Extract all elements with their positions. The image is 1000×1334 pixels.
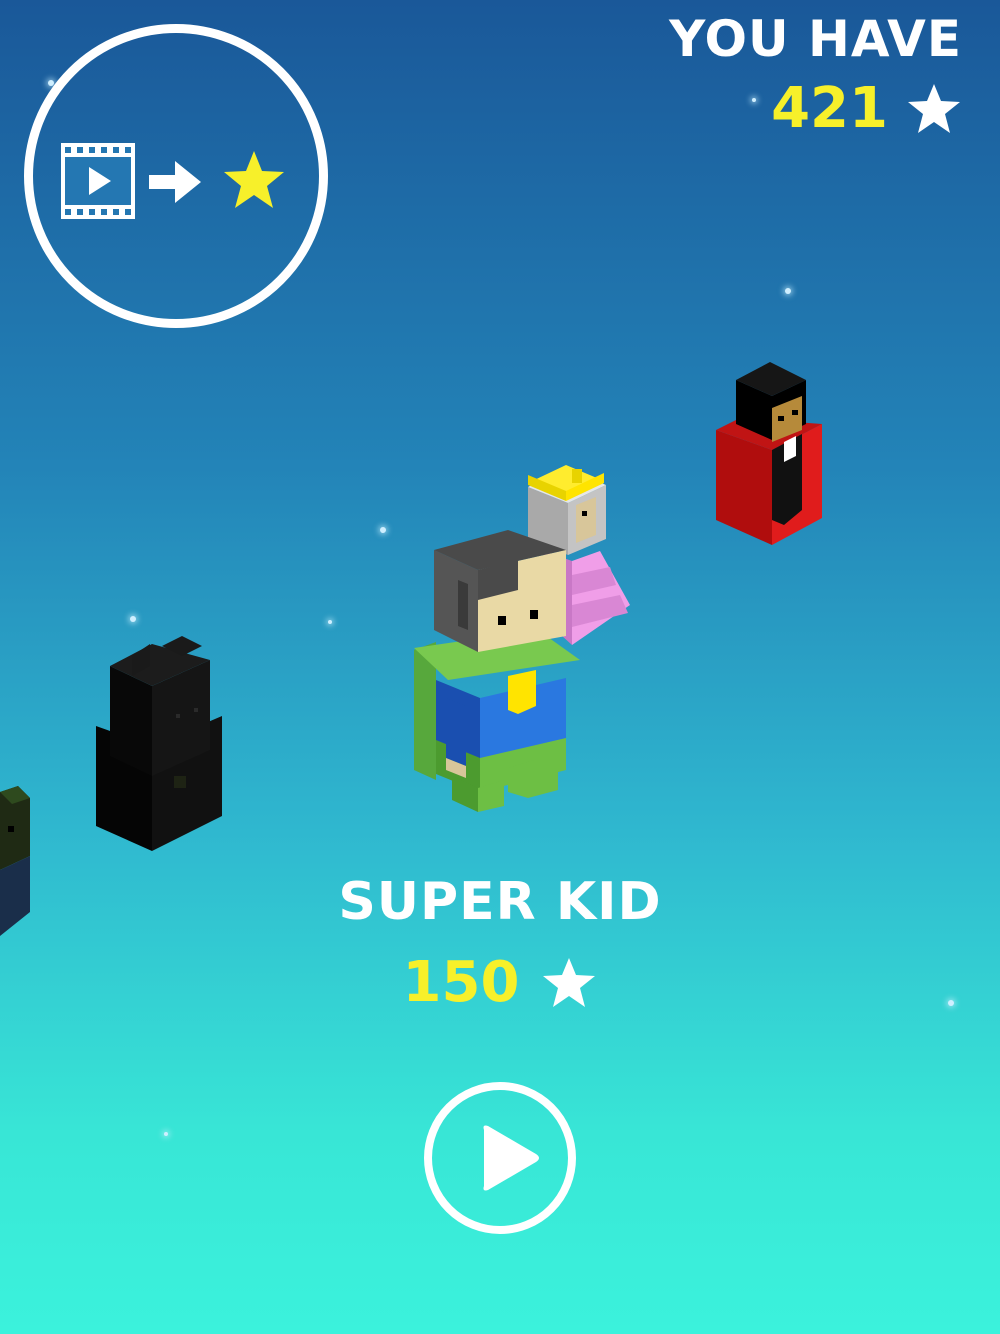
sparkle bbox=[130, 616, 136, 622]
super-kid-character[interactable] bbox=[408, 530, 588, 820]
character-name: SUPER KID bbox=[338, 872, 662, 932]
watch-video-reward-button[interactable] bbox=[24, 24, 328, 328]
star-balance: 421 bbox=[771, 76, 962, 141]
sparkle bbox=[380, 527, 386, 533]
star-icon bbox=[908, 83, 960, 133]
play-icon bbox=[483, 1125, 539, 1191]
price-value: 150 bbox=[402, 950, 520, 1015]
sparkle bbox=[785, 288, 791, 294]
sparkle bbox=[752, 98, 756, 102]
star-icon bbox=[543, 957, 596, 1007]
star-icon bbox=[224, 151, 284, 208]
you-have-label: YOU HAVE bbox=[669, 10, 962, 68]
star-count: 421 bbox=[771, 76, 888, 141]
film-play-icon bbox=[61, 143, 135, 219]
arrow-right-icon bbox=[149, 161, 201, 203]
vampire-character[interactable] bbox=[712, 360, 828, 550]
play-button[interactable] bbox=[424, 1082, 576, 1234]
character-price: 150 bbox=[0, 950, 1000, 1015]
sparkle bbox=[328, 620, 332, 624]
sparkle bbox=[164, 1132, 168, 1136]
bat-character[interactable] bbox=[92, 636, 228, 856]
